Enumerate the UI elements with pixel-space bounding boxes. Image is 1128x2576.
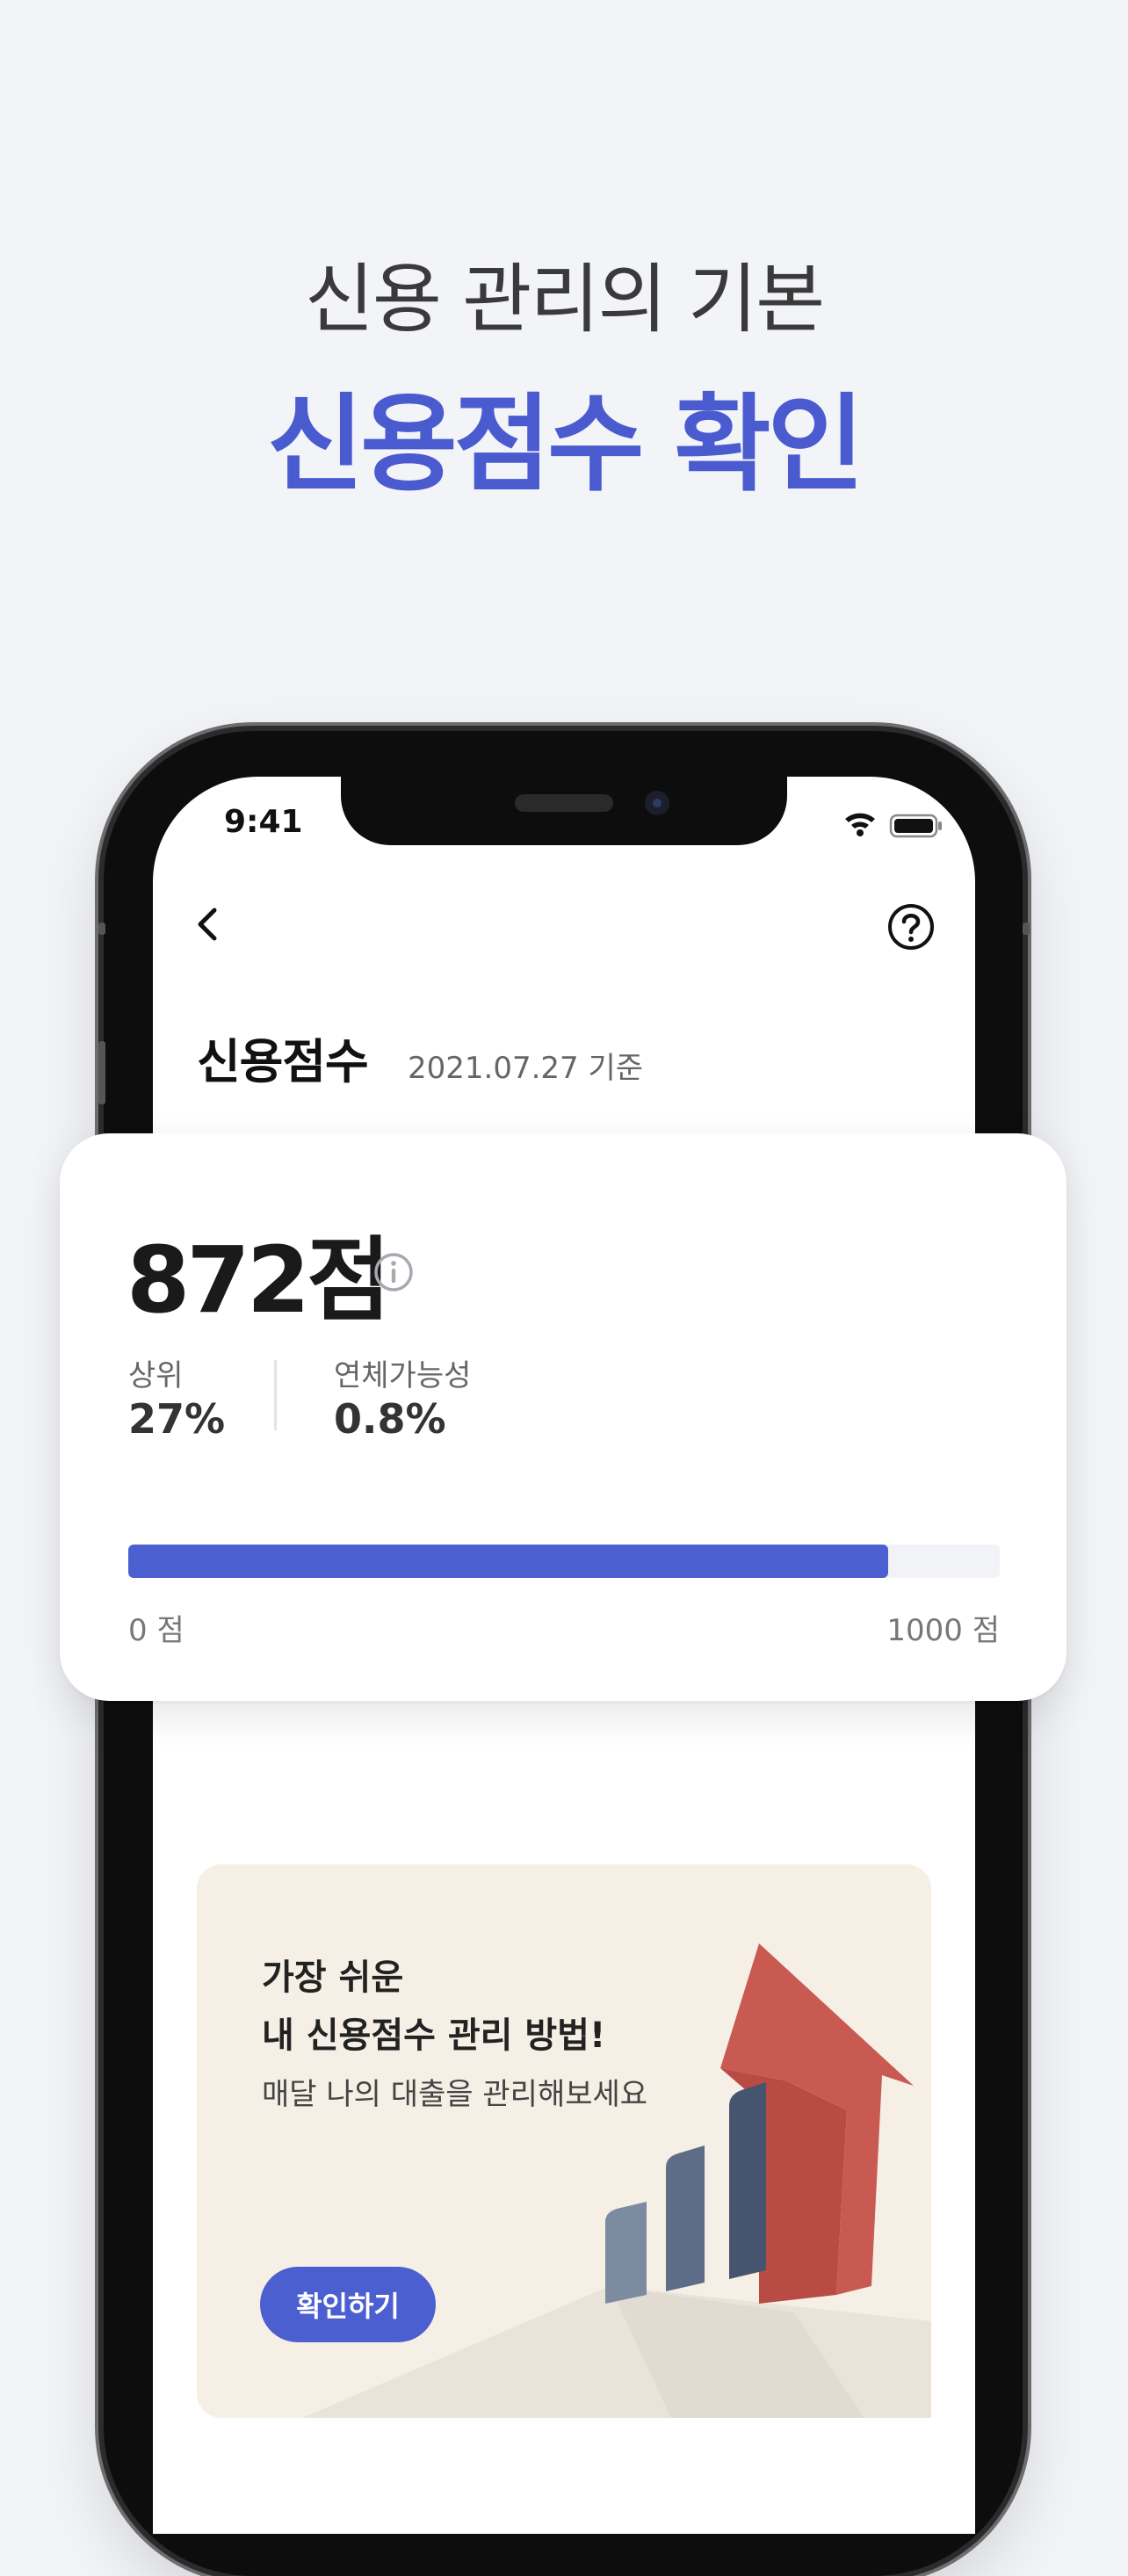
stat-divider [274,1360,277,1430]
banner-description: 매달 나의 대출을 관리해보세요 [262,2077,648,2112]
banner-title-line2: 내 신용점수 관리 방법! [262,2015,606,2056]
credit-score: 872점 [127,1226,391,1334]
headline-subtitle: 신용 관리의 기본 [304,256,826,344]
scale-min-label: 0 점 [128,1613,184,1648]
score-progress-bar [128,1545,1000,1578]
question-circle-icon[interactable] [886,901,936,952]
wifi-icon [845,813,875,836]
phone-speaker [515,794,613,812]
chevron-left-icon[interactable] [186,898,230,951]
bar-chart-icon [605,2082,766,2304]
delinquency-value: 0.8% [334,1395,446,1443]
headline-title: 신용점수 확인 [266,384,864,506]
status-icons [845,813,942,838]
phone-volume-button [98,1041,105,1104]
rank-label: 상위 [128,1358,184,1393]
banner-title-line1: 가장 쉬운 [262,1957,404,1998]
battery-icon [889,814,942,838]
confirm-button[interactable]: 확인하기 [260,2267,436,2342]
delinquency-label: 연체가능성 [334,1358,472,1393]
phone-mute-switch [98,923,105,935]
scale-max-label: 1000 점 [886,1613,1000,1648]
phone-side-button [1023,923,1030,935]
status-time: 9:41 [224,804,303,840]
page-date: 2021.07.27 기준 [408,1051,644,1086]
phone-camera [645,791,669,815]
rank-value: 27% [128,1395,226,1443]
score-progress-fill [128,1545,889,1578]
page-title: 신용점수 [197,1034,369,1089]
info-circle-icon[interactable] [372,1251,415,1293]
